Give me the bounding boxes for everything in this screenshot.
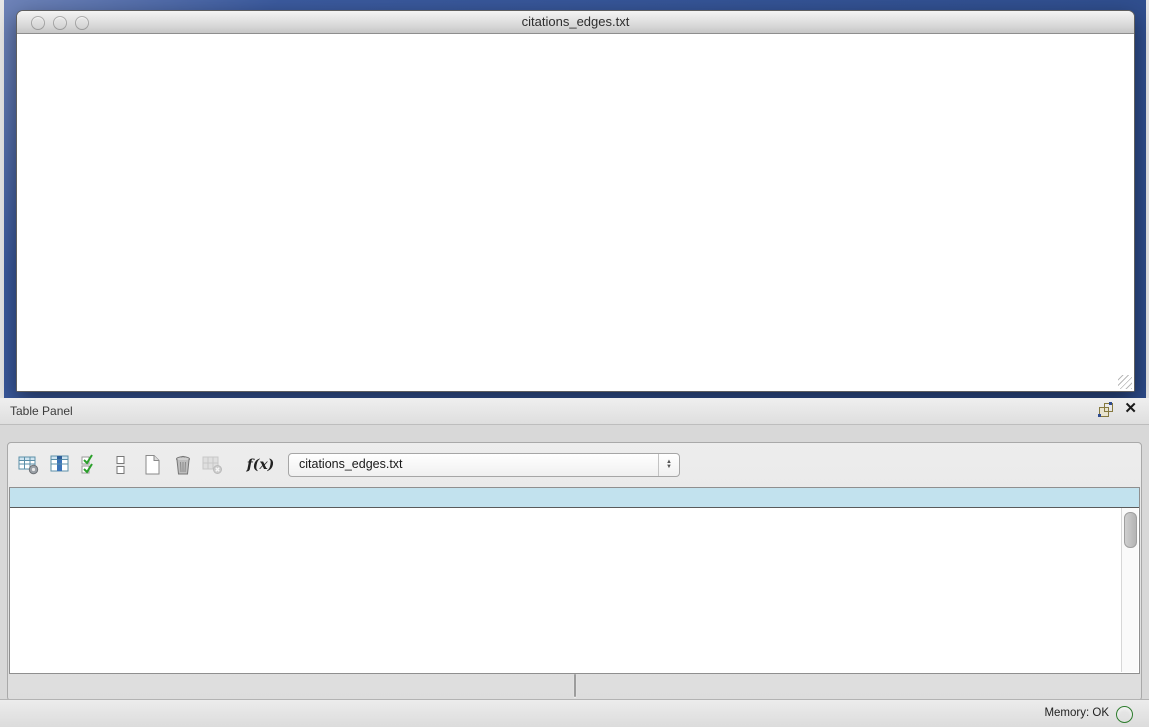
table-panel-header: Table Panel ✕ (0, 398, 1149, 425)
network-window: citations_edges.txt (16, 10, 1135, 392)
network-table-select[interactable]: citations_edges.txt ▲▼ (288, 453, 680, 477)
window-titlebar[interactable]: citations_edges.txt (17, 11, 1134, 34)
select-stepper-icon: ▲▼ (658, 454, 679, 476)
table-panel: Table Panel ✕ (0, 398, 1149, 727)
network-table-select-value: citations_edges.txt (299, 457, 403, 471)
float-panel-icon[interactable] (1099, 403, 1112, 416)
memory-status-label: Memory: OK (1044, 707, 1109, 719)
application-root: citations_edges.txt (0, 0, 1149, 727)
vertical-scrollbar[interactable] (1121, 508, 1138, 672)
function-builder-icon[interactable]: f(x) (248, 452, 273, 477)
delete-table-icon[interactable] (170, 452, 195, 477)
network-canvas[interactable] (17, 34, 1132, 390)
table-type-tabs (574, 674, 576, 697)
table-header-row (10, 488, 1139, 508)
window-title: citations_edges.txt (17, 14, 1134, 29)
scrollbar-thumb[interactable] (1124, 512, 1137, 548)
table-toolbar: f(x) citations_edges.txt ▲▼ (8, 443, 1141, 485)
table-options-icon[interactable] (16, 452, 41, 477)
status-bar: Memory: OK (0, 699, 1149, 727)
column-visibility-icon[interactable] (48, 452, 73, 477)
close-panel-icon[interactable]: ✕ (1124, 402, 1137, 416)
network-view-area: citations_edges.txt (0, 0, 1149, 398)
destroy-table-icon (200, 452, 225, 477)
merge-tables-icon[interactable] (108, 452, 133, 477)
attribute-table (9, 487, 1140, 674)
memory-status-indicator-icon[interactable] (1116, 706, 1133, 723)
row-selection-icon[interactable] (78, 452, 103, 477)
network-viewport (17, 34, 1134, 391)
table-panel-title: Table Panel (10, 404, 73, 418)
new-table-icon[interactable] (140, 452, 165, 477)
window-resize-grip[interactable] (1118, 375, 1132, 389)
table-browser: f(x) citations_edges.txt ▲▼ (7, 442, 1142, 701)
